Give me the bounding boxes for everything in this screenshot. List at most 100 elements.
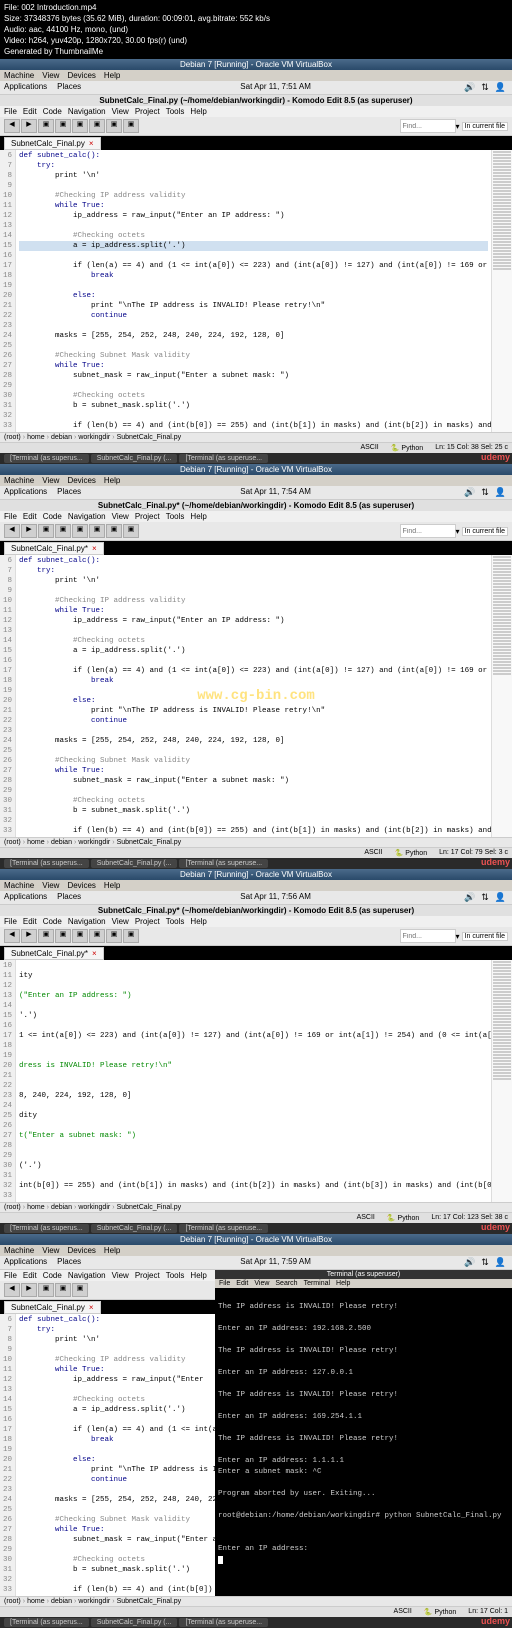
toolbar-buttons[interactable]: ◀▶▣▣▣▣▣▣ xyxy=(4,119,140,133)
code-line[interactable] xyxy=(19,321,488,331)
code-line[interactable]: continue xyxy=(19,311,488,321)
code-line[interactable] xyxy=(19,221,488,231)
code-line[interactable]: b = subnet_mask.split('.') xyxy=(19,1565,212,1575)
menu-item[interactable]: File xyxy=(4,107,17,116)
code-line[interactable]: a = ip_address.split('.') xyxy=(19,1405,212,1415)
code-area[interactable]: def subnet_calc(): try: print '\n' #Chec… xyxy=(16,150,491,432)
breadcrumb-item[interactable]: (root) xyxy=(4,1204,21,1211)
code-line[interactable] xyxy=(19,1385,212,1395)
breadcrumb-item[interactable]: workingdir xyxy=(78,434,110,441)
code-line[interactable] xyxy=(19,1121,488,1131)
breadcrumb-item[interactable]: debian xyxy=(51,1204,72,1211)
code-line[interactable] xyxy=(19,746,488,756)
code-line[interactable] xyxy=(19,1151,488,1161)
breadcrumb-item[interactable]: SubnetCalc_Final.py xyxy=(117,1204,182,1211)
close-icon[interactable]: × xyxy=(92,544,97,553)
editor-tab[interactable]: SubnetCalc_Final.py*× xyxy=(4,947,104,960)
taskbar-item[interactable]: [Terminal (as superuse... xyxy=(179,454,268,463)
taskbar-item[interactable]: [Terminal (as superuse... xyxy=(179,1618,268,1627)
menu-item[interactable]: View xyxy=(112,917,129,926)
menu-item[interactable]: Navigation xyxy=(68,512,106,521)
breadcrumb-item[interactable]: home xyxy=(27,1598,45,1605)
code-line[interactable]: subnet_mask = raw_input("Enter a subnet … xyxy=(19,1535,212,1545)
code-line[interactable]: if (len(b) == 4) and (int(b[0]) == 255) … xyxy=(19,826,488,836)
menu-item[interactable]: View xyxy=(112,512,129,521)
code-line[interactable] xyxy=(19,961,488,971)
menu-item[interactable]: Help xyxy=(190,1271,206,1280)
terminal-menu-item[interactable]: Help xyxy=(336,1280,350,1287)
minimap[interactable] xyxy=(491,150,512,432)
breadcrumb-item[interactable]: (root) xyxy=(4,434,21,441)
menu-item[interactable]: Project xyxy=(135,512,160,521)
terminal-menu-item[interactable]: Edit xyxy=(236,1280,248,1287)
find-scope[interactable]: In current file xyxy=(462,527,508,536)
code-line[interactable]: break xyxy=(19,271,488,281)
vbox-menu-item[interactable]: Devices xyxy=(67,476,95,485)
breadcrumb-item[interactable]: home xyxy=(27,434,45,441)
menu-item[interactable]: File xyxy=(4,917,17,926)
breadcrumb-item[interactable]: home xyxy=(27,839,45,846)
code-line[interactable] xyxy=(19,1071,488,1081)
menu-item[interactable]: Edit xyxy=(23,917,37,926)
code-line[interactable]: #Checking Subnet Mask validity xyxy=(19,1515,212,1525)
code-editor[interactable]: 6789101112131415161718192021222324252627… xyxy=(0,1314,215,1596)
editor-tab[interactable]: SubnetCalc_Final.py*× xyxy=(4,542,104,555)
menu-item[interactable]: Help xyxy=(190,917,206,926)
terminal-menu-item[interactable]: Search xyxy=(275,1280,297,1287)
dropdown-icon[interactable]: ▾ xyxy=(456,122,460,131)
menu-item[interactable]: Code xyxy=(43,512,62,521)
close-icon[interactable]: × xyxy=(92,949,97,958)
code-line[interactable] xyxy=(19,1545,212,1555)
code-line[interactable]: masks = [255, 254, 252, 248, 240, 224, 1… xyxy=(19,1495,212,1505)
menu-item[interactable]: Navigation xyxy=(68,107,106,116)
code-line[interactable]: while True: xyxy=(19,201,488,211)
code-line[interactable] xyxy=(19,1081,488,1091)
code-line[interactable] xyxy=(19,656,488,666)
user-icon[interactable]: 👤 xyxy=(495,892,506,902)
vbox-menu-item[interactable]: Devices xyxy=(67,1246,95,1255)
gnome-menu-item[interactable]: Places xyxy=(57,892,81,901)
code-line[interactable]: a = ip_address.split('.') xyxy=(19,241,488,251)
taskbar-item[interactable]: SubnetCalc_Final.py (... xyxy=(91,859,178,868)
vbox-menu-item[interactable]: Devices xyxy=(67,71,95,80)
system-tray[interactable]: 🔊⇅👤 xyxy=(460,487,508,498)
code-line[interactable]: #Checking octets xyxy=(19,636,488,646)
vbox-menu-item[interactable]: Machine xyxy=(4,1246,34,1255)
code-line[interactable]: if (len(a) == 4) and (1 <= int(a[0]) <= … xyxy=(19,666,488,676)
code-line[interactable]: #Checking Subnet Mask validity xyxy=(19,756,488,766)
taskbar-item[interactable]: SubnetCalc_Final.py (... xyxy=(91,454,178,463)
breadcrumb-item[interactable]: (root) xyxy=(4,1598,21,1605)
code-line[interactable]: while True: xyxy=(19,606,488,616)
code-line[interactable] xyxy=(19,251,488,261)
gnome-menu-item[interactable]: Applications xyxy=(4,1257,47,1266)
code-line[interactable]: #Checking octets xyxy=(19,796,488,806)
code-line[interactable] xyxy=(19,1445,212,1455)
code-line[interactable]: while True: xyxy=(19,1525,212,1535)
code-area[interactable]: ity ("Enter an IP address: ") '.') 1 <= … xyxy=(16,960,491,1202)
menu-item[interactable]: View xyxy=(112,1271,129,1280)
code-line[interactable]: #Checking octets xyxy=(19,1555,212,1565)
volume-icon[interactable]: 🔊 xyxy=(464,892,475,902)
code-line[interactable] xyxy=(19,181,488,191)
vbox-menu-item[interactable]: Devices xyxy=(67,881,95,890)
code-line[interactable]: ip_address = raw_input("Enter an IP addr… xyxy=(19,616,488,626)
gnome-menu-item[interactable]: Places xyxy=(57,487,81,496)
code-line[interactable]: #Checking octets xyxy=(19,1395,212,1405)
dropdown-icon[interactable]: ▾ xyxy=(456,527,460,536)
network-icon[interactable]: ⇅ xyxy=(481,1257,489,1267)
menu-item[interactable]: Tools xyxy=(166,917,185,926)
code-line[interactable]: try: xyxy=(19,1325,212,1335)
code-line[interactable] xyxy=(19,1485,212,1495)
code-line[interactable]: else: xyxy=(19,291,488,301)
code-line[interactable] xyxy=(19,1345,212,1355)
code-line[interactable]: while True: xyxy=(19,766,488,776)
code-line[interactable]: #Checking IP address validity xyxy=(19,191,488,201)
code-line[interactable]: def subnet_calc(): xyxy=(19,151,488,161)
code-line[interactable]: #Checking Subnet Mask validity xyxy=(19,351,488,361)
code-line[interactable]: if (len(a) == 4) and (1 <= int(a[0]) <= … xyxy=(19,261,488,271)
editor-tab[interactable]: SubnetCalc_Final.py× xyxy=(4,137,101,150)
find-scope[interactable]: In current file xyxy=(462,122,508,131)
taskbar-item[interactable]: [Terminal (as superuse... xyxy=(179,859,268,868)
code-line[interactable]: 8, 240, 224, 192, 128, 0] xyxy=(19,1091,488,1101)
code-line[interactable]: print "\nThe IP address is INVALID! Plea… xyxy=(19,301,488,311)
